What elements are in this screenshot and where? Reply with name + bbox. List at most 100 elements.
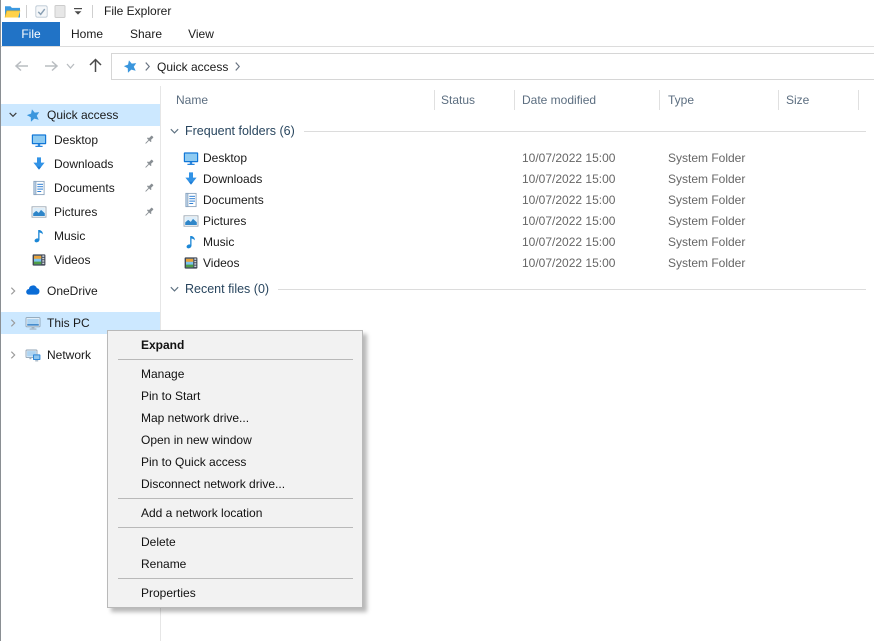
menu-item-manage[interactable]: Manage — [108, 363, 362, 385]
column-divider[interactable] — [858, 90, 859, 110]
chevron-right-icon[interactable] — [8, 318, 25, 328]
menu-item-pin-to-start[interactable]: Pin to Start — [108, 385, 362, 407]
forward-button[interactable] — [43, 59, 60, 73]
column-header-type[interactable]: Type — [668, 88, 694, 112]
column-header-date-modified[interactable]: Date modified — [522, 88, 596, 112]
group-header-recent-files-0[interactable]: Recent files (0) — [162, 278, 866, 300]
menu-item-open-in-new-window[interactable]: Open in new window — [108, 429, 362, 451]
column-header-status[interactable]: Status — [441, 88, 475, 112]
file-name-cell: Music — [162, 234, 522, 250]
chevron-right-icon[interactable] — [8, 350, 25, 360]
tab-label: Share — [130, 27, 162, 41]
file-type: System Folder — [668, 256, 745, 270]
file-row-pictures[interactable]: Pictures10/07/2022 15:00System Folder — [162, 210, 866, 231]
sidebar-item-label: Desktop — [54, 133, 98, 147]
file-row-desktop[interactable]: Desktop10/07/2022 15:00System Folder — [162, 147, 866, 168]
sidebar-item-documents[interactable]: Documents — [1, 176, 160, 200]
column-divider[interactable] — [514, 90, 515, 110]
file-name: Videos — [203, 256, 239, 270]
file-row-videos[interactable]: Videos 10/07/2022 15:00System Folder — [162, 252, 866, 273]
recent-locations-dropdown-icon[interactable] — [66, 63, 75, 70]
tab-home[interactable]: Home — [60, 22, 114, 46]
documents-icon — [183, 192, 199, 208]
menu-item-properties[interactable]: Properties — [108, 582, 362, 604]
file-row-music[interactable]: Music 10/07/2022 15:00System Folder — [162, 231, 866, 252]
menu-item-delete[interactable]: Delete — [108, 531, 362, 553]
column-divider[interactable] — [778, 90, 779, 110]
file-row-documents[interactable]: Documents10/07/2022 15:00System Folder — [162, 189, 866, 210]
menu-separator — [118, 578, 353, 579]
menu-item-map-network-drive[interactable]: Map network drive... — [108, 407, 362, 429]
desktop-icon — [31, 132, 47, 148]
toolbar-separator — [26, 5, 27, 18]
context-menu: Expand ManagePin to StartMap network driv… — [107, 330, 363, 608]
group-header-frequent-folders-6[interactable]: Frequent folders (6) — [162, 120, 866, 142]
tab-share[interactable]: Share — [114, 22, 178, 46]
sidebar-item-music[interactable]: Music — [1, 224, 160, 248]
column-divider[interactable] — [434, 90, 435, 110]
desktop-icon — [183, 150, 199, 166]
menu-item-disconnect-network-drive[interactable]: Disconnect network drive... — [108, 473, 362, 495]
menu-item-expand[interactable]: Expand — [108, 334, 362, 356]
breadcrumb-quick-access[interactable]: Quick access — [157, 60, 228, 74]
chevron-down-icon[interactable] — [169, 284, 180, 295]
qat-new-folder-icon[interactable] — [54, 5, 66, 18]
file-name: Music — [203, 235, 234, 249]
onedrive-icon — [25, 283, 41, 299]
address-bar[interactable]: Quick access — [111, 53, 874, 80]
music-icon — [183, 234, 199, 250]
pin-icon — [143, 206, 155, 218]
menu-item-add-a-network-location[interactable]: Add a network location — [108, 502, 362, 524]
menu-item-pin-to-quick-access[interactable]: Pin to Quick access — [108, 451, 362, 473]
file-name: Downloads — [203, 172, 262, 186]
star-icon — [25, 107, 41, 123]
qat-customize-dropdown-icon[interactable] — [72, 5, 84, 17]
group-label: Frequent folders (6) — [185, 124, 295, 138]
file-name-cell: Documents — [162, 192, 522, 208]
chevron-down-icon[interactable] — [169, 126, 180, 137]
sidebar-item-label: OneDrive — [47, 284, 98, 298]
file-date-modified: 10/07/2022 15:00 — [522, 256, 668, 270]
column-header-size[interactable]: Size — [786, 88, 809, 112]
sidebar-item-label: Downloads — [54, 157, 113, 171]
file-name: Desktop — [203, 151, 247, 165]
file-date-modified: 10/07/2022 15:00 — [522, 235, 668, 249]
column-divider[interactable] — [659, 90, 660, 110]
menu-item-rename[interactable]: Rename — [108, 553, 362, 575]
title-bar: File Explorer — [0, 0, 874, 22]
sidebar-item-quick-access[interactable]: Quick access — [1, 104, 160, 126]
sidebar-item-pictures[interactable]: Pictures — [1, 200, 160, 224]
qat-properties-icon[interactable] — [35, 5, 48, 18]
menu-separator — [118, 527, 353, 528]
sidebar-item-label: Quick access — [47, 108, 118, 122]
sidebar-item-downloads[interactable]: Downloads — [1, 152, 160, 176]
pin-icon — [143, 182, 155, 194]
column-header-name[interactable]: Name — [176, 88, 208, 112]
breadcrumb-chevron-icon[interactable] — [234, 61, 241, 72]
toolbar-separator — [92, 5, 93, 18]
pictures-icon — [31, 204, 47, 220]
chevron-right-icon[interactable] — [8, 286, 25, 296]
downloads-icon — [183, 171, 199, 187]
window-title: File Explorer — [104, 4, 171, 18]
breadcrumb-chevron-icon[interactable] — [144, 61, 151, 72]
tab-label: Home — [71, 27, 103, 41]
pin-icon — [143, 134, 155, 146]
chevron-down-icon[interactable] — [8, 110, 25, 120]
up-button[interactable] — [88, 57, 103, 74]
file-name-cell: Videos — [162, 255, 522, 271]
tab-file[interactable]: File — [2, 22, 60, 46]
file-type: System Folder — [668, 235, 745, 249]
network-icon — [25, 347, 41, 363]
documents-icon — [31, 180, 47, 196]
sidebar-item-onedrive[interactable]: OneDrive — [1, 280, 160, 302]
file-name: Pictures — [203, 214, 246, 228]
file-row-downloads[interactable]: Downloads10/07/2022 15:00System Folder — [162, 168, 866, 189]
tab-view[interactable]: View — [178, 22, 224, 46]
quick-access-star-icon — [123, 59, 138, 74]
sidebar-item-desktop[interactable]: Desktop — [1, 128, 160, 152]
file-name: Documents — [203, 193, 264, 207]
sidebar-item-videos[interactable]: Videos — [1, 248, 160, 272]
back-button[interactable] — [13, 59, 30, 73]
file-explorer-icon — [4, 4, 21, 19]
